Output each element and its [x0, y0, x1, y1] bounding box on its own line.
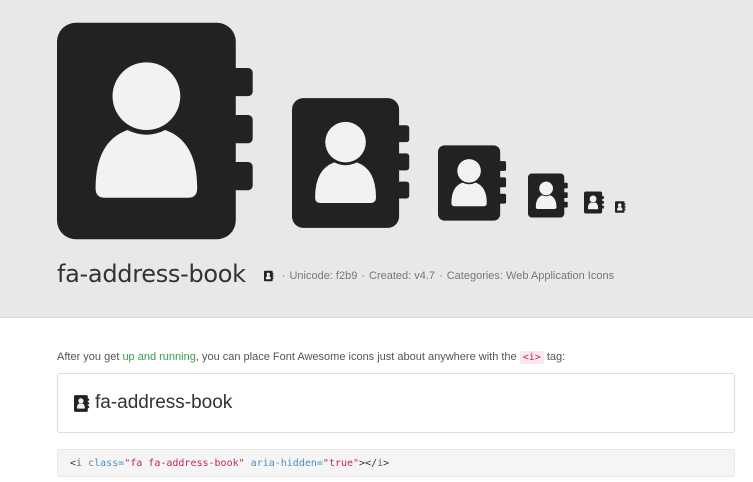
- intro-text-before: After you get: [57, 351, 123, 363]
- code-close: ></: [359, 457, 378, 469]
- example-label: fa-address-book: [95, 392, 233, 413]
- usage-intro: After you get up and running, you can pl…: [57, 351, 566, 364]
- title-row: fa-address-book · Unicode: f2b9 · Create…: [57, 258, 614, 290]
- icon-meta: · Unicode: f2b9 · Created: v4.7 · Catego…: [264, 270, 614, 282]
- address-book-icon-sm: [528, 173, 570, 218]
- meta-unicode: Unicode: f2b9: [289, 270, 358, 282]
- address-book-icon-md: [438, 144, 510, 222]
- meta-categories[interactable]: Categories: Web Application Icons: [447, 270, 614, 282]
- icon-example-box: fa-address-book: [57, 373, 735, 433]
- intro-text-end: tag:: [543, 351, 566, 363]
- address-book-icon-lg: [292, 96, 416, 230]
- address-book-icon-xxs: [615, 201, 626, 213]
- address-book-icon: [74, 394, 90, 413]
- code-val-class: "fa fa-address-book": [124, 457, 245, 469]
- meta-separator: ·: [281, 270, 286, 282]
- code-gt: >: [383, 457, 390, 469]
- code-snippet[interactable]: < i class= "fa fa-address-book" aria-hidde…: [57, 449, 735, 477]
- meta-created: Created: v4.7: [369, 270, 436, 282]
- address-book-icon-xl: [57, 19, 264, 243]
- up-and-running-link[interactable]: up and running: [122, 351, 195, 363]
- code-attr-class: class=: [82, 457, 125, 469]
- page-title: fa-address-book: [57, 260, 246, 288]
- code-val-aria: "true": [322, 457, 360, 469]
- icon-hero: fa-address-book · Unicode: f2b9 · Create…: [0, 0, 753, 318]
- address-book-icon: [264, 270, 274, 282]
- intro-text-after: , you can place Font Awesome icons just …: [195, 351, 520, 363]
- i-tag-code: <i>: [519, 351, 544, 364]
- code-attr-aria: aria-hidden=: [244, 457, 323, 469]
- meta-separator: ·: [361, 270, 366, 282]
- address-book-icon-xs: [584, 191, 605, 214]
- meta-separator: ·: [439, 270, 443, 282]
